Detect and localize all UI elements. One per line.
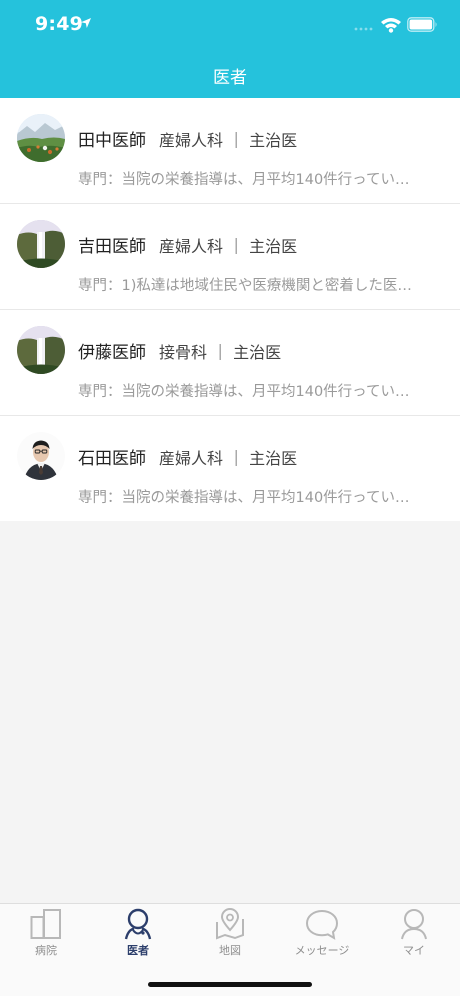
doctor-avatar-landscape [17, 114, 65, 162]
profile-icon [401, 909, 427, 940]
doctor-department: 産婦人科 ｜ 主治医 [159, 449, 298, 468]
tab-label: メッセージ [294, 944, 350, 957]
doctor-specialty: 専門：1)私達は地域住民や医療機関と密着した医… [78, 278, 412, 294]
tab-hospital[interactable]: 病院 [0, 908, 92, 962]
signal-icon [354, 27, 373, 31]
hospital-icon [30, 909, 61, 939]
doctor-list-screen: 9:49 医者 田中医師 産婦人科 ｜ 主治医 専門：当院の栄養指導は、月平均1… [0, 0, 460, 996]
status-time: 9:49 [35, 13, 84, 35]
doctor-name: 田中医師 [78, 131, 146, 151]
doctor-name: 吉田医師 [78, 237, 146, 257]
tab-doctor[interactable]: 医者 [92, 908, 184, 962]
doctor-row-ito[interactable]: 伊藤医師 接骨科 ｜ 主治医 専門：当院の栄養指導は、月平均140件行ってい… [0, 310, 460, 416]
doctor-name: 伊藤医師 [78, 343, 146, 363]
page-title: 医者 [213, 68, 247, 88]
tab-label: 医者 [127, 944, 149, 957]
message-icon [305, 909, 339, 940]
doctor-department: 産婦人科 ｜ 主治医 [159, 237, 298, 256]
map-icon [216, 908, 244, 940]
tab-label: 地図 [219, 944, 241, 957]
doctor-specialty: 専門：当院の栄養指導は、月平均140件行ってい… [78, 490, 410, 506]
home-indicator[interactable] [148, 982, 312, 987]
tab-label: マイ [403, 944, 425, 957]
tab-label: 病院 [35, 944, 57, 957]
doctor-row-tanaka[interactable]: 田中医師 産婦人科 ｜ 主治医 専門：当院の栄養指導は、月平均140件行ってい… [0, 98, 460, 204]
tab-profile[interactable]: マイ [368, 908, 460, 962]
tab-map[interactable]: 地図 [184, 908, 276, 962]
doctor-avatar-waterfall [17, 326, 65, 374]
doctor-list: 田中医師 産婦人科 ｜ 主治医 専門：当院の栄養指導は、月平均140件行ってい…… [0, 98, 460, 521]
doctor-avatar-waterfall [17, 220, 65, 268]
wifi-icon [381, 18, 401, 33]
doctor-specialty: 専門：当院の栄養指導は、月平均140件行ってい… [78, 384, 410, 400]
tab-message[interactable]: メッセージ [276, 908, 368, 962]
location-arrow-icon [81, 18, 91, 28]
doctor-row-ishida[interactable]: 石田医師 産婦人科 ｜ 主治医 専門：当院の栄養指導は、月平均140件行ってい… [0, 416, 460, 521]
doctor-department: 産婦人科 ｜ 主治医 [159, 131, 298, 150]
battery-icon [407, 17, 437, 32]
doctor-name: 石田医師 [78, 449, 146, 469]
doctor-specialty: 専門：当院の栄養指導は、月平均140件行ってい… [78, 172, 410, 188]
top-bar: 9:49 医者 [0, 0, 460, 98]
doctor-avatar-portrait [17, 432, 65, 480]
doctor-icon [124, 908, 152, 940]
doctor-row-yoshida[interactable]: 吉田医師 産婦人科 ｜ 主治医 専門：1)私達は地域住民や医療機関と密着した医… [0, 204, 460, 310]
doctor-department: 接骨科 ｜ 主治医 [159, 343, 282, 362]
